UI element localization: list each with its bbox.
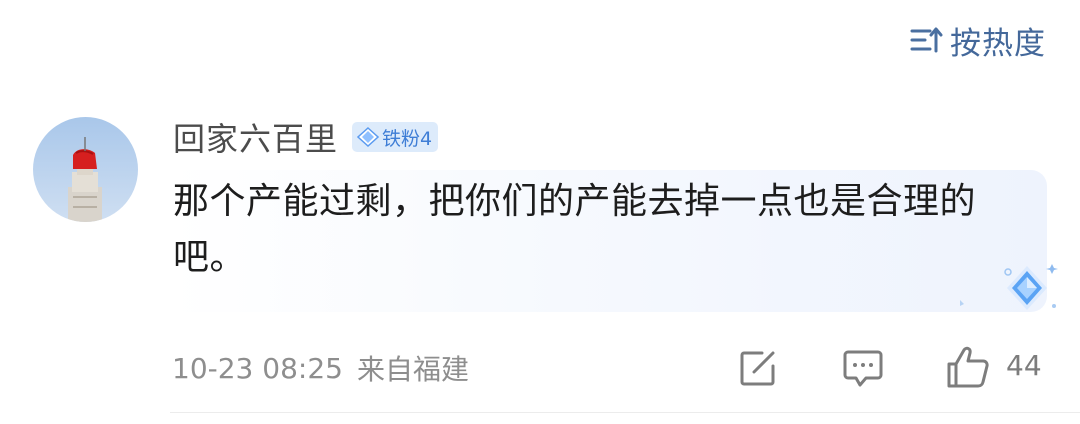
share-button[interactable]	[738, 348, 778, 388]
sort-label: 按热度	[950, 25, 1046, 62]
like-count: 44	[1006, 349, 1042, 382]
comment-section: 按热度 回家六百里 铁粉4 那个产能过剩，把你们的产能去掉一点也是合理的吧。 1…	[0, 0, 1080, 424]
comment-text: 那个产能过剩，把你们的产能去掉一点也是合理的吧。	[173, 181, 977, 278]
diamond-icon	[357, 127, 380, 147]
like-icon	[945, 344, 991, 390]
like-button[interactable]	[945, 344, 991, 390]
sort-icon	[910, 26, 944, 54]
sparkle-diamond-icon	[950, 258, 1062, 316]
avatar[interactable]	[33, 117, 138, 222]
divider	[170, 412, 1080, 413]
sort-by-heat-button[interactable]: 按热度	[910, 20, 1046, 62]
timestamp: 10-23 08:25	[172, 351, 343, 385]
share-icon	[738, 348, 778, 388]
reply-button[interactable]	[842, 348, 884, 388]
reply-icon	[842, 348, 884, 388]
user-row: 回家六百里 铁粉4	[173, 114, 439, 160]
location: 来自福建	[356, 353, 469, 386]
fan-badge[interactable]: 铁粉4	[352, 122, 439, 152]
username[interactable]: 回家六百里	[173, 114, 338, 160]
comment-meta: 10-23 08:25 来自福建	[172, 345, 469, 391]
badge-label: 铁粉4	[382, 127, 433, 150]
